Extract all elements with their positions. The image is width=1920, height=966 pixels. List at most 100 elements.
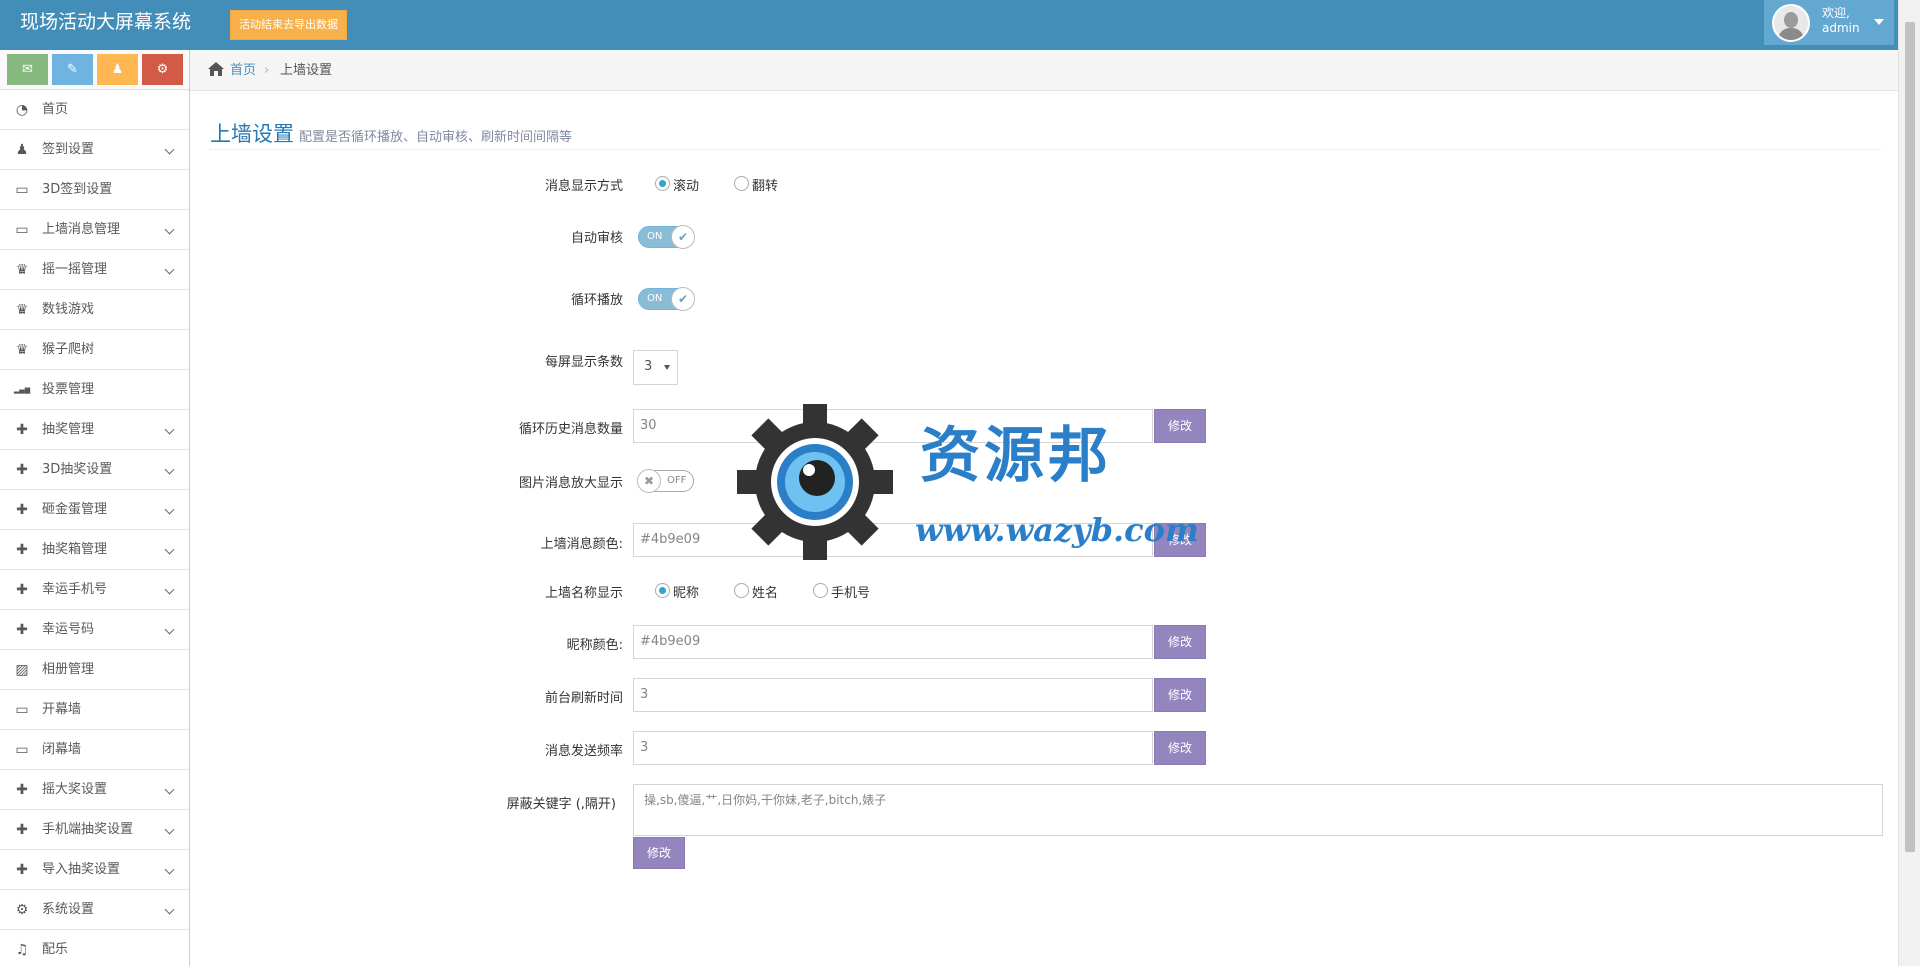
display-mode-scroll-radio[interactable] <box>655 176 670 191</box>
top-navbar: 现场活动大屏幕系统 活动结束去导出数据 欢迎, admin <box>0 0 1920 50</box>
gift-icon: ✚ <box>16 462 28 478</box>
sidebar-item[interactable]: ▨ 相册管理 <box>0 650 189 690</box>
loop-play-toggle[interactable]: ON ✔ <box>638 287 695 311</box>
auto-review-label: 自动审核 <box>570 231 623 246</box>
chevron-down-icon <box>164 264 175 275</box>
sidebar-item[interactable]: ✚ 3D抽奖设置 <box>0 450 189 490</box>
sidebar-item[interactable]: ✚ 手机端抽奖设置 <box>0 810 189 850</box>
user-greeting: 欢迎, <box>1822 6 1850 20</box>
sidebar-item-label: 幸运手机号 <box>42 582 108 597</box>
chevron-down-icon <box>164 904 175 915</box>
cross-icon: ✖ <box>637 469 661 493</box>
export-data-button[interactable]: 活动结束去导出数据 <box>230 10 347 40</box>
gift-icon: ✚ <box>16 422 28 438</box>
sidebar-item-label: 数钱游戏 <box>42 302 95 317</box>
sidebar-item[interactable]: ✚ 幸运手机号 <box>0 570 189 610</box>
display-mode-flip-text: 翻转 <box>752 179 779 194</box>
dashboard-icon: ◔ <box>15 102 29 118</box>
sidebar-item[interactable]: ✚ 抽奖管理 <box>0 410 189 450</box>
refresh-time-input[interactable]: 3 <box>633 678 1153 712</box>
sidebar-item[interactable]: ▂▄▆ 投票管理 <box>0 370 189 410</box>
shortcut-pencil-button[interactable]: ✎ <box>52 54 93 85</box>
page-scrollbar[interactable] <box>1898 0 1920 966</box>
sidebar-item[interactable]: ♛ 摇一摇管理 <box>0 250 189 290</box>
display-mode-flip-radio[interactable] <box>734 176 749 191</box>
brand-title[interactable]: 现场活动大屏幕系统 <box>20 10 191 34</box>
nickname-color-input[interactable]: #4b9e09 <box>633 625 1153 659</box>
sidebar-item-label: 签到设置 <box>42 142 95 157</box>
refresh-time-save-button[interactable]: 修改 <box>1154 678 1206 712</box>
gift-icon: ✚ <box>16 822 28 838</box>
sidebar-item-label: 上墙消息管理 <box>42 222 121 237</box>
sidebar-item[interactable]: ♟ 签到设置 <box>0 130 189 170</box>
blocked-words-textarea[interactable]: 操,sb,傻逼,艹,日你妈,干你妹,老子,bitch,婊子 <box>633 784 1883 836</box>
sidebar-item-label: 砸金蛋管理 <box>42 502 108 517</box>
send-rate-input[interactable]: 3 <box>633 731 1153 765</box>
sidebar-item-label: 首页 <box>42 102 69 117</box>
user-menu[interactable]: 欢迎, admin <box>1764 0 1894 45</box>
name-display-realname-radio[interactable] <box>734 583 749 598</box>
sidebar-item[interactable]: ✚ 摇大奖设置 <box>0 770 189 810</box>
breadcrumb: 首页 › 上墙设置 <box>190 50 1898 91</box>
sidebar-item[interactable]: ▭ 闭幕墙 <box>0 730 189 770</box>
nickname-color-save-button[interactable]: 修改 <box>1154 625 1206 659</box>
chevron-down-icon <box>164 424 175 435</box>
desktop-icon: ▭ <box>15 742 29 758</box>
blocked-words-label: 屏蔽关键字 (,隔开) <box>506 797 616 812</box>
sidebar-item[interactable]: ♫ 配乐 <box>0 930 189 966</box>
chevron-down-icon <box>164 824 175 835</box>
chevron-down-icon <box>164 784 175 795</box>
sidebar-shortcuts: ✉ ✎ ♟ ⚙ <box>0 50 189 90</box>
picture-icon: ▨ <box>15 662 29 678</box>
sidebar-item-label: 配乐 <box>42 942 69 957</box>
group-icon: ♟ <box>15 142 29 158</box>
sidebar-item-label: 3D抽奖设置 <box>42 462 113 477</box>
name-display-phone-radio[interactable] <box>813 583 828 598</box>
shortcut-cogs-button[interactable]: ⚙ <box>142 54 183 85</box>
sidebar-item[interactable]: ▭ 开幕墙 <box>0 690 189 730</box>
send-rate-save-button[interactable]: 修改 <box>1154 731 1206 765</box>
signal-icon: ▂▄▆ <box>13 386 31 394</box>
gift-icon: ✚ <box>16 582 28 598</box>
sidebar-item[interactable]: ▭ 上墙消息管理 <box>0 210 189 250</box>
sidebar-item-label: 开幕墙 <box>42 702 82 717</box>
chevron-down-icon <box>164 864 175 875</box>
sidebar-item[interactable]: ◔ 首页 <box>0 90 189 130</box>
breadcrumb-home-link[interactable]: 首页 <box>230 50 256 91</box>
gift-icon: ✚ <box>16 542 28 558</box>
desktop-icon: ▭ <box>15 182 29 198</box>
breadcrumb-separator: › <box>264 63 270 78</box>
trophy-icon: ♛ <box>15 262 29 278</box>
sidebar-item[interactable]: ♛ 猴子爬树 <box>0 330 189 370</box>
toggle-state-text: ON <box>647 293 663 304</box>
sidebar-item[interactable]: ♛ 数钱游戏 <box>0 290 189 330</box>
home-icon <box>208 62 224 76</box>
sidebar-item-label: 猴子爬树 <box>42 342 95 357</box>
message-color-label: 上墙消息颜色: <box>540 537 623 552</box>
toggle-state-text: OFF <box>667 475 687 486</box>
image-zoom-label: 图片消息放大显示 <box>518 476 623 491</box>
desktop-icon: ▭ <box>15 222 29 238</box>
sidebar-item[interactable]: ⚙ 系统设置 <box>0 890 189 930</box>
sidebar-item[interactable]: ✚ 抽奖箱管理 <box>0 530 189 570</box>
user-name: admin <box>1822 21 1860 35</box>
blocked-words-save-button[interactable]: 修改 <box>633 837 685 869</box>
music-icon: ♫ <box>15 942 29 958</box>
name-display-nickname-radio[interactable] <box>655 583 670 598</box>
sidebar-item-label: 3D签到设置 <box>42 182 113 197</box>
scrollbar-thumb[interactable] <box>1905 22 1915 852</box>
cog-icon: ⚙ <box>15 902 29 918</box>
shortcut-comment-button[interactable]: ✉ <box>7 54 48 85</box>
sidebar-item-label: 相册管理 <box>42 662 95 677</box>
check-icon: ✔ <box>671 287 695 311</box>
auto-review-toggle[interactable]: ON ✔ <box>638 225 695 249</box>
sidebar-item[interactable]: ▭ 3D签到设置 <box>0 170 189 210</box>
sidebar-item[interactable]: ✚ 幸运号码 <box>0 610 189 650</box>
shortcut-users-button[interactable]: ♟ <box>97 54 138 85</box>
image-zoom-toggle[interactable]: ✖ OFF <box>637 469 694 493</box>
name-display-realname-text: 姓名 <box>752 586 779 601</box>
sidebar-item[interactable]: ✚ 导入抽奖设置 <box>0 850 189 890</box>
per-screen-select[interactable]: 3 <box>633 350 678 385</box>
sidebar-item[interactable]: ✚ 砸金蛋管理 <box>0 490 189 530</box>
display-mode-scroll-text: 滚动 <box>673 179 700 194</box>
